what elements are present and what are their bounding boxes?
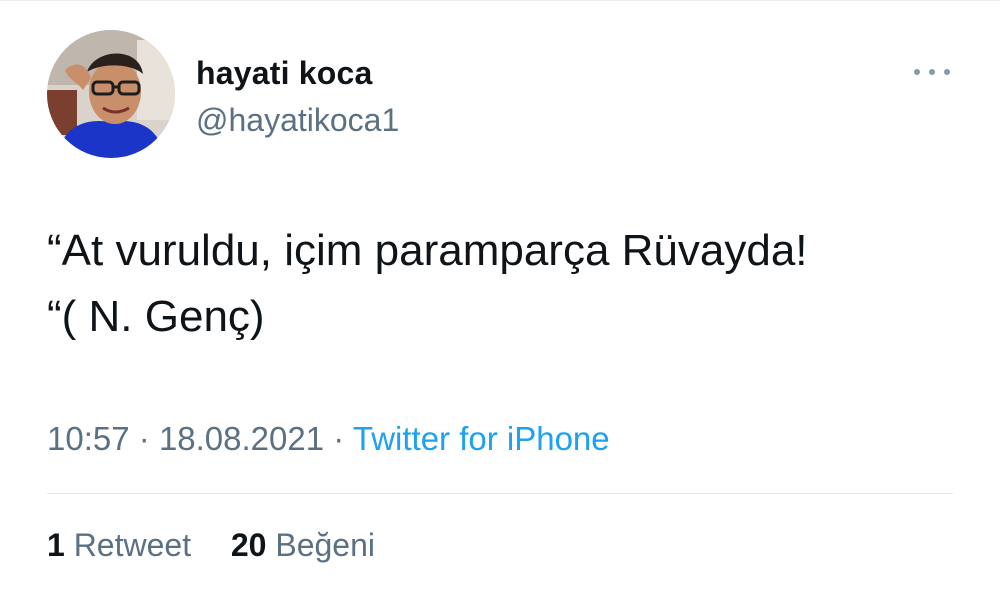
ellipsis-icon[interactable] bbox=[914, 60, 950, 84]
avatar[interactable] bbox=[47, 30, 175, 158]
likes-stat[interactable]: 20 Beğeni bbox=[231, 527, 375, 563]
tweet-text-line: “( N. Genç) bbox=[47, 292, 265, 341]
likes-label: Beğeni bbox=[275, 527, 375, 563]
profile-photo-icon bbox=[47, 30, 175, 158]
retweets-label: Retweet bbox=[73, 527, 192, 563]
tweet-source-link[interactable]: Twitter for iPhone bbox=[353, 420, 610, 457]
dot bbox=[914, 69, 920, 75]
tweet-stats: 1 Retweet 20 Beğeni bbox=[47, 527, 375, 564]
tweet-card: hayati koca @hayatikoca1 “At vuruldu, iç… bbox=[0, 0, 1000, 600]
meta-separator: · bbox=[138, 420, 150, 457]
meta-separator: · bbox=[333, 420, 345, 457]
retweets-stat[interactable]: 1 Retweet bbox=[47, 527, 200, 563]
tweet-date[interactable]: 18.08.2021 bbox=[159, 420, 324, 457]
tweet-text: “At vuruldu, içim paramparça Rüvayda! “(… bbox=[47, 218, 947, 350]
author-handle[interactable]: @hayatikoca1 bbox=[196, 102, 399, 139]
dot bbox=[944, 69, 950, 75]
dot bbox=[929, 69, 935, 75]
tweet-time[interactable]: 10:57 bbox=[47, 420, 130, 457]
likes-count: 20 bbox=[230, 527, 267, 563]
top-divider bbox=[0, 0, 1000, 1]
retweets-count: 1 bbox=[47, 527, 65, 563]
author-name[interactable]: hayati koca bbox=[196, 55, 373, 92]
tweet-meta: 10:57 · 18.08.2021 · Twitter for iPhone bbox=[47, 420, 610, 458]
stats-divider bbox=[47, 493, 953, 494]
tweet-text-line: “At vuruldu, içim paramparça Rüvayda! bbox=[47, 226, 808, 275]
